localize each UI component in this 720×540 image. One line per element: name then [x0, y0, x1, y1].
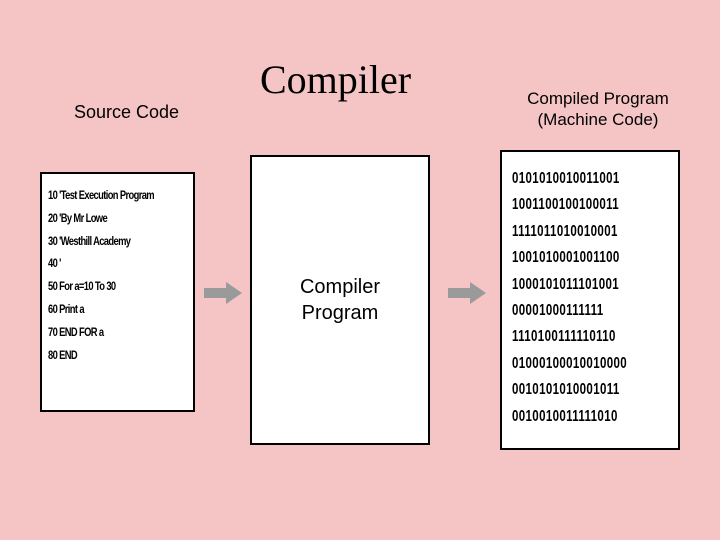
machine-line: 1000101011101001: [512, 272, 624, 298]
arrow-icon: [204, 282, 242, 304]
compiler-box-line1: Compiler: [300, 276, 380, 298]
source-line: 80 END: [48, 344, 156, 367]
machine-code-box: 0101010010011001 1001100100100011 111101…: [500, 150, 680, 450]
label-compiled-program: Compiled Program (Machine Code): [518, 88, 678, 131]
machine-line: 0010101010001011: [512, 377, 624, 403]
source-code-box: 10 'Test Execution Program 20 'By Mr Low…: [40, 172, 195, 412]
arrow-icon: [448, 282, 486, 304]
label-compiled-line1: Compiled Program: [527, 89, 669, 108]
source-line: 70 END FOR a: [48, 321, 156, 344]
machine-line: 01000100010010000: [512, 351, 624, 377]
machine-line: 1111011010010001: [512, 219, 624, 245]
source-line: 10 'Test Execution Program: [48, 184, 156, 207]
machine-line: 1001100100100011: [512, 192, 624, 218]
machine-line: 0010010011111010: [512, 404, 624, 430]
machine-line: 1001010001001100: [512, 245, 624, 271]
compiler-box-line2: Program: [302, 302, 379, 324]
machine-line: 1110100111110110: [512, 324, 624, 350]
source-line: 40 ': [48, 252, 156, 275]
label-source-code: Source Code: [74, 102, 179, 123]
source-line: 30 'Westhill Academy: [48, 230, 156, 253]
compiler-box: Compiler Program: [250, 155, 430, 445]
source-line: 50 For a=10 To 30: [48, 275, 156, 298]
source-line: 20 'By Mr Lowe: [48, 207, 156, 230]
label-compiled-line2: (Machine Code): [538, 110, 659, 129]
diagram-title: Compiler: [260, 56, 411, 103]
machine-line: 00001000111111: [512, 298, 624, 324]
source-line: 60 Print a: [48, 298, 156, 321]
machine-line: 0101010010011001: [512, 166, 624, 192]
